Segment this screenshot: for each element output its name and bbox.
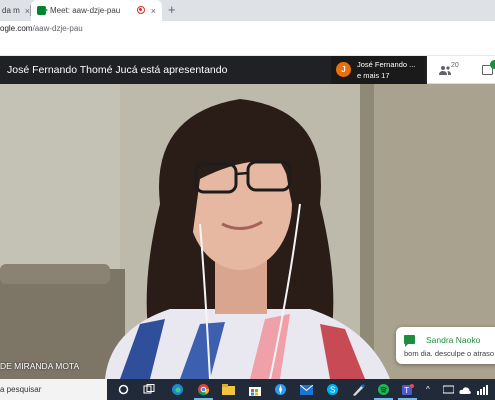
url-host: ogle.com: [0, 24, 33, 33]
store-icon[interactable]: [248, 383, 261, 396]
new-tab-button[interactable]: +: [168, 0, 176, 21]
cortana-icon[interactable]: [117, 383, 130, 396]
safari-icon[interactable]: [274, 383, 287, 396]
task-view-icon[interactable]: [142, 383, 155, 396]
chat-notification[interactable]: Sandra Naoko bom dia. desculpe o atraso: [396, 327, 495, 364]
tab-title: Meet: aaw-dzje-pau: [50, 6, 121, 15]
presenter-avatar: J: [336, 62, 351, 77]
people-icon[interactable]: [439, 65, 451, 75]
tab-title: da m: [2, 6, 20, 15]
side-panel-tabs: 20: [427, 56, 495, 84]
spotify-icon[interactable]: [377, 383, 390, 396]
chat-bubble-icon: [404, 335, 415, 347]
svg-text:T: T: [404, 386, 409, 395]
network-icon[interactable]: [476, 383, 489, 396]
bookmarks-area: [0, 37, 495, 56]
svg-text:S: S: [330, 386, 335, 395]
participant-name-tag: DE MIRANDA MOTA: [0, 361, 80, 371]
chrome-icon[interactable]: [197, 383, 210, 396]
presenting-banner: José Fernando Thomé Jucá está apresentan…: [7, 64, 228, 76]
chat-sender-name: Sandra Naoko: [426, 335, 481, 345]
chat-unread-badge: [490, 60, 495, 69]
meet-top-bar: José Fernando Thomé Jucá está apresentan…: [0, 56, 495, 84]
address-bar[interactable]: ogle.com/aaw-dzje-pau: [0, 21, 495, 37]
mail-icon[interactable]: [300, 383, 313, 396]
presenter-chip-more: e mais 17: [357, 71, 390, 80]
url-text: ogle.com/aaw-dzje-pau: [0, 24, 83, 33]
taskbar-search-box[interactable]: a pesquisar: [0, 379, 107, 400]
tab-close-icon[interactable]: ×: [151, 6, 156, 16]
browser-tab-meet[interactable]: Meet: aaw-dzje-pau ×: [31, 0, 162, 21]
browser-tab-strip: da m × Meet: aaw-dzje-pau × +: [0, 0, 495, 21]
show-hidden-icons-chevron-icon[interactable]: ^: [426, 385, 430, 394]
edge-icon[interactable]: [171, 383, 184, 396]
onedrive-icon[interactable]: [458, 383, 471, 396]
taskbar-search-placeholder: a pesquisar: [0, 385, 42, 394]
chat-message-preview: bom dia. desculpe o atraso: [404, 349, 495, 358]
presenter-chip[interactable]: J José Fernando ... e mais 17: [331, 56, 425, 84]
windows-taskbar: a pesquisar S T ^: [0, 379, 495, 400]
paint-icon[interactable]: [352, 383, 365, 396]
file-explorer-icon[interactable]: [222, 383, 235, 396]
url-path: /aaw-dzje-pau: [32, 24, 83, 33]
google-meet-favicon-icon: [37, 6, 48, 15]
skype-icon[interactable]: S: [326, 383, 339, 396]
participants-count: 20: [451, 62, 459, 69]
browser-tab-previous[interactable]: da m ×: [0, 0, 30, 21]
tray-app-icon[interactable]: [442, 383, 455, 396]
presenter-chip-name: José Fernando ...: [357, 60, 416, 69]
recording-indicator-icon: [137, 6, 145, 14]
teams-icon[interactable]: T: [401, 383, 414, 396]
